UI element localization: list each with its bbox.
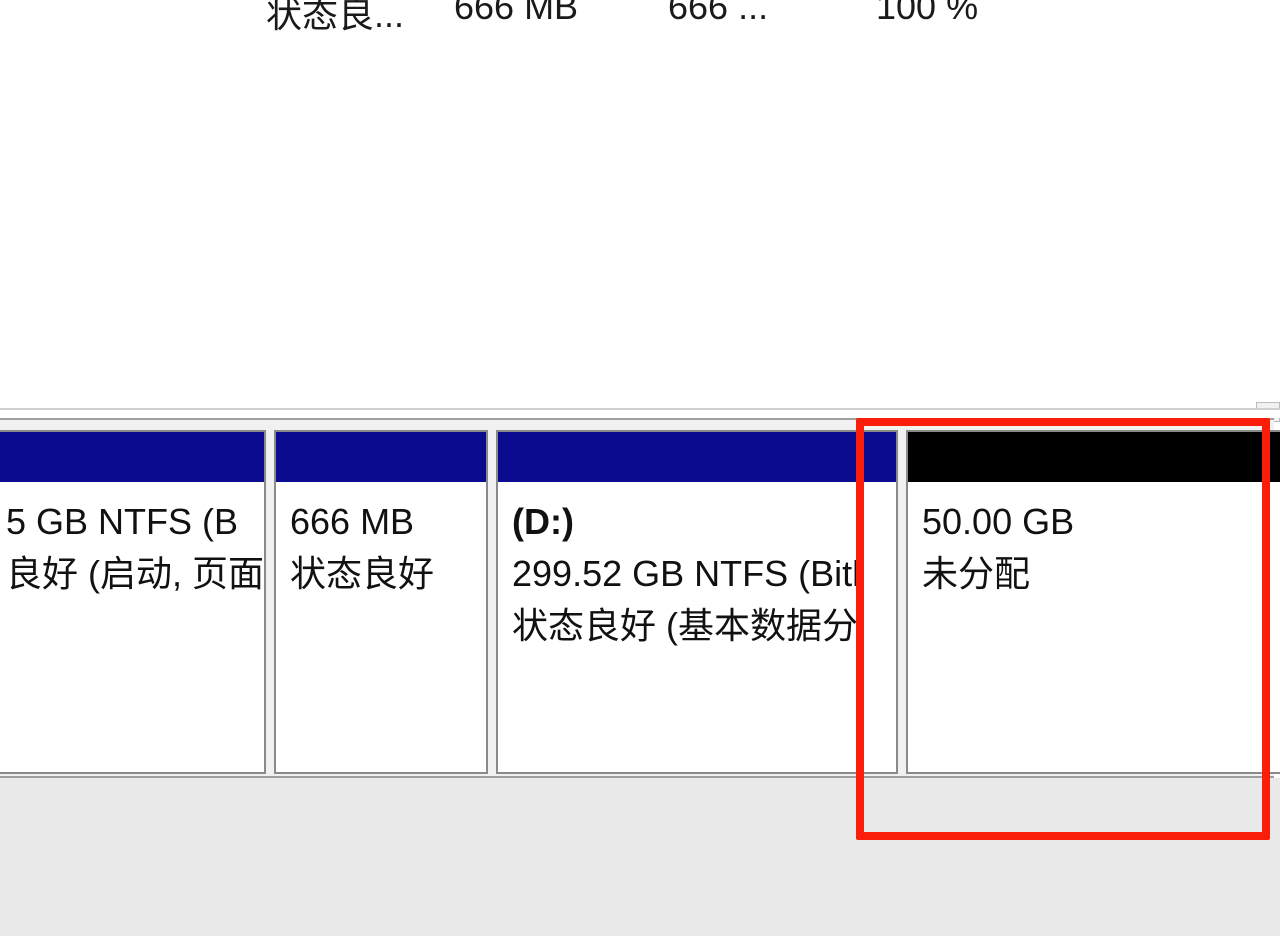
cell-free: 666 ... — [668, 0, 876, 38]
partition-size: 666 MB — [290, 496, 474, 548]
disk-partition-map: 5 GB NTFS (B 良好 (启动, 页面 666 MB 状态良好 (D:)… — [0, 430, 1280, 774]
volume-list-row[interactable]: 状态良... 666 MB 666 ... 100 % — [0, 0, 1280, 38]
partition-1[interactable]: 666 MB 状态良好 — [274, 430, 488, 774]
volume-list[interactable]: 状态良... 666 MB 666 ... 100 % — [0, 0, 1280, 46]
partition-header-bar — [276, 432, 486, 482]
pane-divider[interactable] — [0, 408, 1280, 418]
partition-header-bar — [0, 432, 264, 482]
cell-capacity: 666 MB — [454, 0, 668, 38]
partition-label: (D:) — [512, 496, 884, 548]
partition-header-bar — [498, 432, 896, 482]
partition-status: 良好 (启动, 页面 — [6, 548, 252, 600]
partition-status: 状态良好 (基本数据分 — [512, 600, 884, 652]
cell-status: 状态良... — [266, 0, 454, 38]
partition-status: 未分配 — [922, 548, 1268, 600]
partition-2[interactable]: (D:) 299.52 GB NTFS (Bitl 状态良好 (基本数据分 — [496, 430, 898, 774]
partition-size: 299.52 GB NTFS (Bitl — [512, 548, 884, 600]
partition-size: 5 GB NTFS (B — [6, 496, 252, 548]
partition-size: 50.00 GB — [922, 496, 1268, 548]
cell-pct-free: 100 % — [876, 0, 1056, 38]
partition-status: 状态良好 — [290, 548, 474, 600]
disk-layout-footer-area — [0, 778, 1280, 936]
partition-0[interactable]: 5 GB NTFS (B 良好 (启动, 页面 — [0, 430, 266, 774]
partition-3-unallocated[interactable]: 50.00 GB 未分配 — [906, 430, 1280, 774]
partition-header-bar — [908, 432, 1280, 482]
